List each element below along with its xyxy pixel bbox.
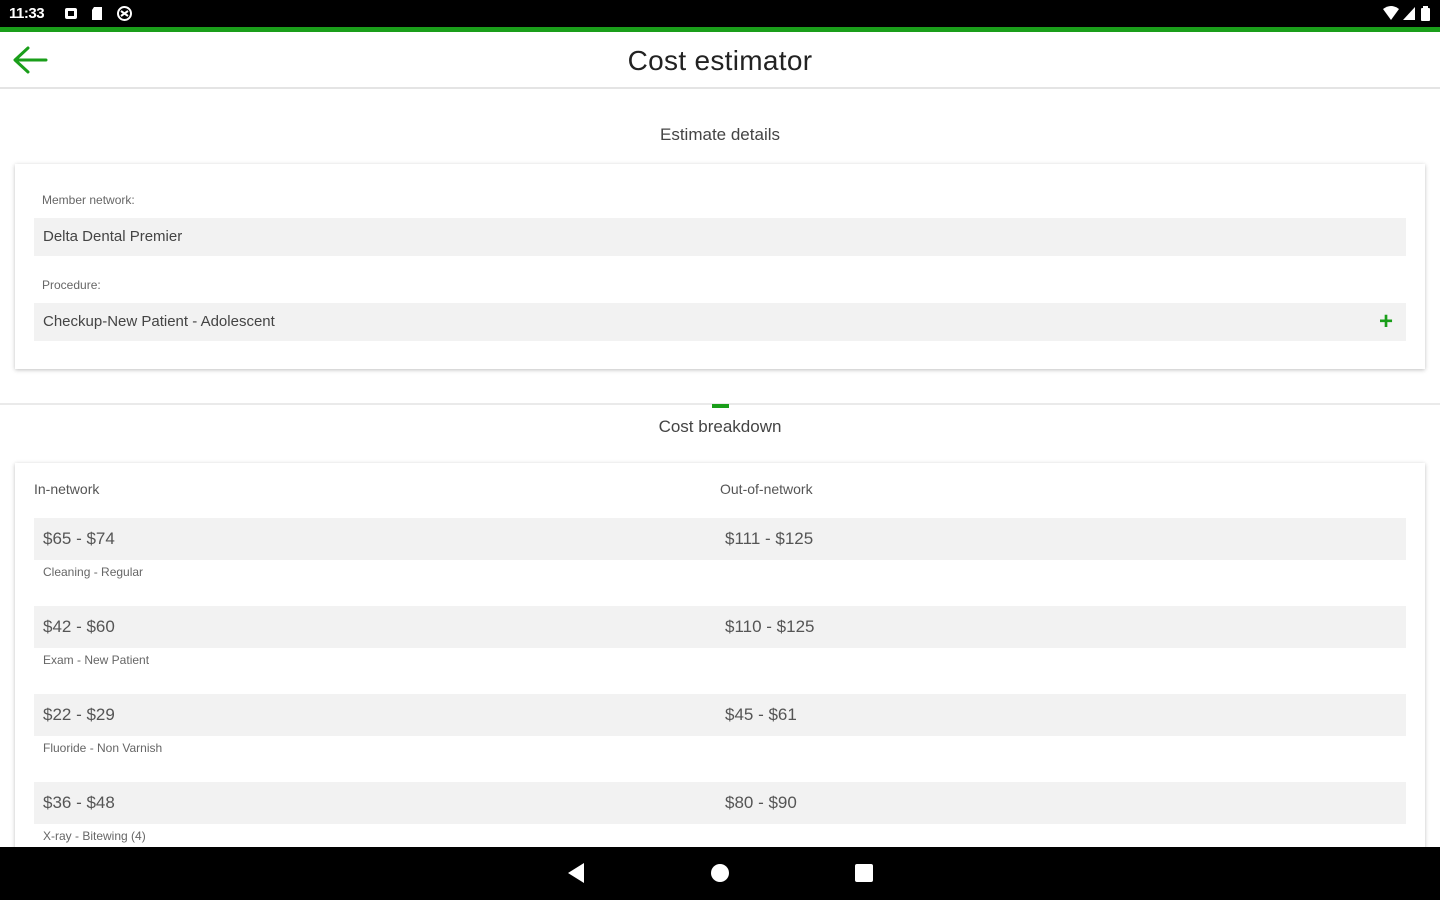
procedure-label: Procedure: [42,278,101,292]
procedure-value: Checkup-New Patient - Adolescent [43,313,275,330]
procedure-description: Cleaning - Regular [43,565,144,579]
sd-card-icon [92,7,102,20]
member-network-label: Member network: [42,193,135,207]
in-network-cost: $65 - $74 [43,529,115,548]
wifi-icon [1383,6,1399,20]
estimate-details-title: Estimate details [660,125,780,144]
notification-icon [65,8,77,19]
row-background [34,694,1406,736]
in-network-cost: $42 - $60 [43,617,115,636]
member-network-value: Delta Dental Premier [43,228,183,245]
system-nav-bar [0,847,1440,900]
out-network-cost: $80 - $90 [725,793,797,812]
in-network-header: In-network [34,481,100,497]
out-network-cost: $45 - $61 [725,705,797,724]
status-bar: 11:33 [0,0,1440,27]
square-recents-icon[interactable] [854,862,874,884]
procedure-field[interactable]: Checkup-New Patient - Adolescent + [34,303,1406,341]
page-title: Cost estimator [627,45,813,76]
battery-icon [1421,6,1430,21]
triangle-back-icon[interactable] [566,862,586,884]
procedure-description: Exam - New Patient [43,653,150,667]
in-network-cost: $36 - $48 [43,793,115,812]
plus-icon[interactable]: + [1379,303,1397,341]
sync-icon [117,6,132,21]
app-bar: Cost estimator [0,32,1440,89]
row-background [34,518,1406,560]
row-background [34,782,1406,824]
cost-breakdown-title: Cost breakdown [658,417,782,436]
out-network-header: Out-of-network [720,481,813,497]
member-network-field[interactable]: Delta Dental Premier [34,218,1406,256]
procedure-description: Fluoride - Non Varnish [43,741,163,755]
in-network-cost: $22 - $29 [43,705,115,724]
status-time: 11:33 [9,5,45,22]
out-network-cost: $111 - $125 [725,529,814,548]
out-network-cost: $110 - $125 [725,617,815,636]
drag-handle[interactable] [712,404,729,408]
procedure-description: X-ray - Bitewing (4) [43,829,146,843]
row-background [34,606,1406,648]
circle-home-icon[interactable] [710,862,730,884]
signal-icon [1403,7,1415,20]
